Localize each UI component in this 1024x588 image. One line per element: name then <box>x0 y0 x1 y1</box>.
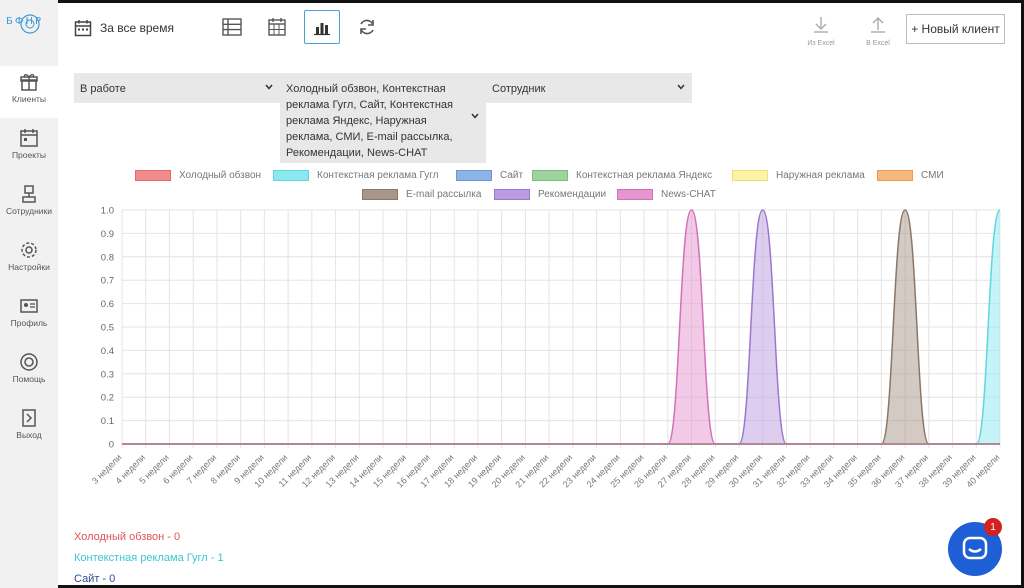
legend-swatch <box>456 170 492 181</box>
legend-label: СМИ <box>921 170 944 181</box>
legend-label: E-mail рассылка <box>406 189 482 200</box>
legend-swatch <box>532 170 568 181</box>
legend-item-news-chat[interactable]: News-CHAT <box>617 189 716 200</box>
legend-label: News-CHAT <box>661 189 716 200</box>
legend-swatch <box>494 189 530 200</box>
y-tick-label: 1.0 <box>101 206 114 217</box>
gear-icon <box>21 242 37 258</box>
status-filter-select[interactable]: В работе <box>74 73 280 103</box>
legend-label: Сайт <box>500 170 524 181</box>
sidebar-item-label: Клиенты <box>11 94 47 104</box>
y-tick-label: 0.7 <box>101 276 114 287</box>
sidebar-item-employees[interactable]: Сотрудники <box>0 178 58 230</box>
legend-item-outdoor-ads[interactable]: Наружная реклама <box>732 170 865 181</box>
sidebar-item-projects[interactable]: Проекты <box>0 122 58 174</box>
gift-icon <box>20 74 38 91</box>
y-tick-label: 0.5 <box>101 323 114 334</box>
legend-item-site[interactable]: Сайт <box>456 170 523 181</box>
legend-label: Наружная реклама <box>776 170 865 181</box>
refresh-icon <box>360 19 374 35</box>
bar-chart-icon <box>314 23 330 36</box>
window-frame-top <box>0 0 1024 3</box>
y-tick-label: 0.9 <box>101 229 114 240</box>
y-tick-label: 0.8 <box>101 252 114 263</box>
chevron-down-icon <box>265 84 273 90</box>
legend-item-recommendations[interactable]: Рекомендации <box>494 189 606 200</box>
export-excel-button[interactable]: В Excel <box>858 16 898 47</box>
legend-item-yandex-ads[interactable]: Контекстная реклама Яндекс <box>532 170 712 181</box>
chart-view-button[interactable] <box>304 10 340 44</box>
sidebar-item-label: Настройки <box>8 262 50 272</box>
export-excel-label: В Excel <box>866 40 890 47</box>
legend-swatch <box>135 170 171 181</box>
stat-google-ads: Контекстная реклама Гугл - 1 <box>74 552 224 564</box>
exit-door-icon <box>22 409 36 427</box>
source-area-chart: 00.10.20.30.40.50.60.70.80.91.03 недели4… <box>90 206 1002 490</box>
sidebar-item-exit[interactable]: Выход <box>0 402 58 454</box>
logo[interactable]: БФНР <box>4 10 56 38</box>
new-client-button[interactable]: + Новый клиент <box>906 14 1005 44</box>
legend-label: Контекстная реклама Яндекс <box>576 170 713 181</box>
y-tick-label: 0.2 <box>101 393 114 404</box>
sidebar: БФНР Клиенты Проекты Сотрудники Настройк… <box>0 0 58 588</box>
y-tick-label: 0.6 <box>101 299 114 310</box>
chat-bubble-icon <box>962 536 988 560</box>
legend-label: Контекстная реклама Гугл <box>317 170 439 181</box>
chevron-down-icon <box>677 84 685 90</box>
calendar-grid-icon <box>268 18 286 36</box>
sidebar-item-clients[interactable]: Клиенты <box>0 66 58 118</box>
legend-swatch <box>732 170 768 181</box>
list-view-button[interactable] <box>214 10 250 44</box>
y-tick-label: 0.3 <box>101 369 114 380</box>
employee-icon <box>22 185 36 203</box>
legend-swatch <box>877 170 913 181</box>
period-selector[interactable]: За все время <box>74 16 174 40</box>
source-filter-select[interactable]: Холодный обзвон, Контекстная реклама Гуг… <box>280 73 486 163</box>
employee-filter-select[interactable]: Сотрудник <box>486 73 692 103</box>
status-filter-value: В работе <box>80 83 126 95</box>
list-icon <box>222 18 242 36</box>
sidebar-item-profile[interactable]: Профиль <box>0 290 58 342</box>
employee-filter-value: Сотрудник <box>492 83 546 95</box>
y-tick-label: 0.1 <box>101 416 114 427</box>
legend-item-cold-call[interactable]: Холодный обзвон <box>135 170 261 181</box>
y-tick-label: 0 <box>109 440 114 451</box>
sidebar-item-label: Помощь <box>12 374 46 384</box>
sidebar-item-settings[interactable]: Настройки <box>0 234 58 286</box>
legend-swatch <box>362 189 398 200</box>
legend-swatch <box>273 170 309 181</box>
calendar-view-button[interactable] <box>259 10 295 44</box>
legend-label: Холодный обзвон <box>179 170 262 181</box>
legend-swatch <box>617 189 653 200</box>
sidebar-item-label: Сотрудники <box>5 206 53 216</box>
legend-label: Рекомендации <box>538 189 607 200</box>
calendar-icon <box>20 129 38 147</box>
lifebuoy-icon <box>20 353 38 371</box>
import-excel-button[interactable]: Из Excel <box>801 16 841 47</box>
sidebar-item-label: Профиль <box>10 318 48 328</box>
sidebar-item-label: Выход <box>16 430 42 440</box>
calendar-icon <box>74 20 92 37</box>
stat-site: Сайт - 0 <box>74 573 116 585</box>
upload-icon <box>871 17 885 33</box>
download-icon <box>814 17 828 33</box>
logo-text: БФНР <box>6 16 44 27</box>
legend-item-media[interactable]: СМИ <box>877 170 944 181</box>
refresh-button[interactable] <box>349 10 385 44</box>
import-excel-label: Из Excel <box>807 40 835 47</box>
stat-cold-call: Холодный обзвон - 0 <box>74 531 181 543</box>
chevron-down-icon <box>471 113 479 119</box>
chat-notification-badge: 1 <box>984 518 1002 536</box>
sidebar-item-help[interactable]: Помощь <box>0 346 58 398</box>
period-label: За все время <box>100 21 174 35</box>
legend-item-google-ads[interactable]: Контекстная реклама Гугл <box>273 170 439 181</box>
profile-card-icon <box>20 299 38 313</box>
source-filter-value: Холодный обзвон, Контекстная реклама Гуг… <box>286 83 453 159</box>
legend-item-email[interactable]: E-mail рассылка <box>362 189 481 200</box>
y-tick-label: 0.4 <box>101 346 114 357</box>
sidebar-item-label: Проекты <box>11 150 47 160</box>
